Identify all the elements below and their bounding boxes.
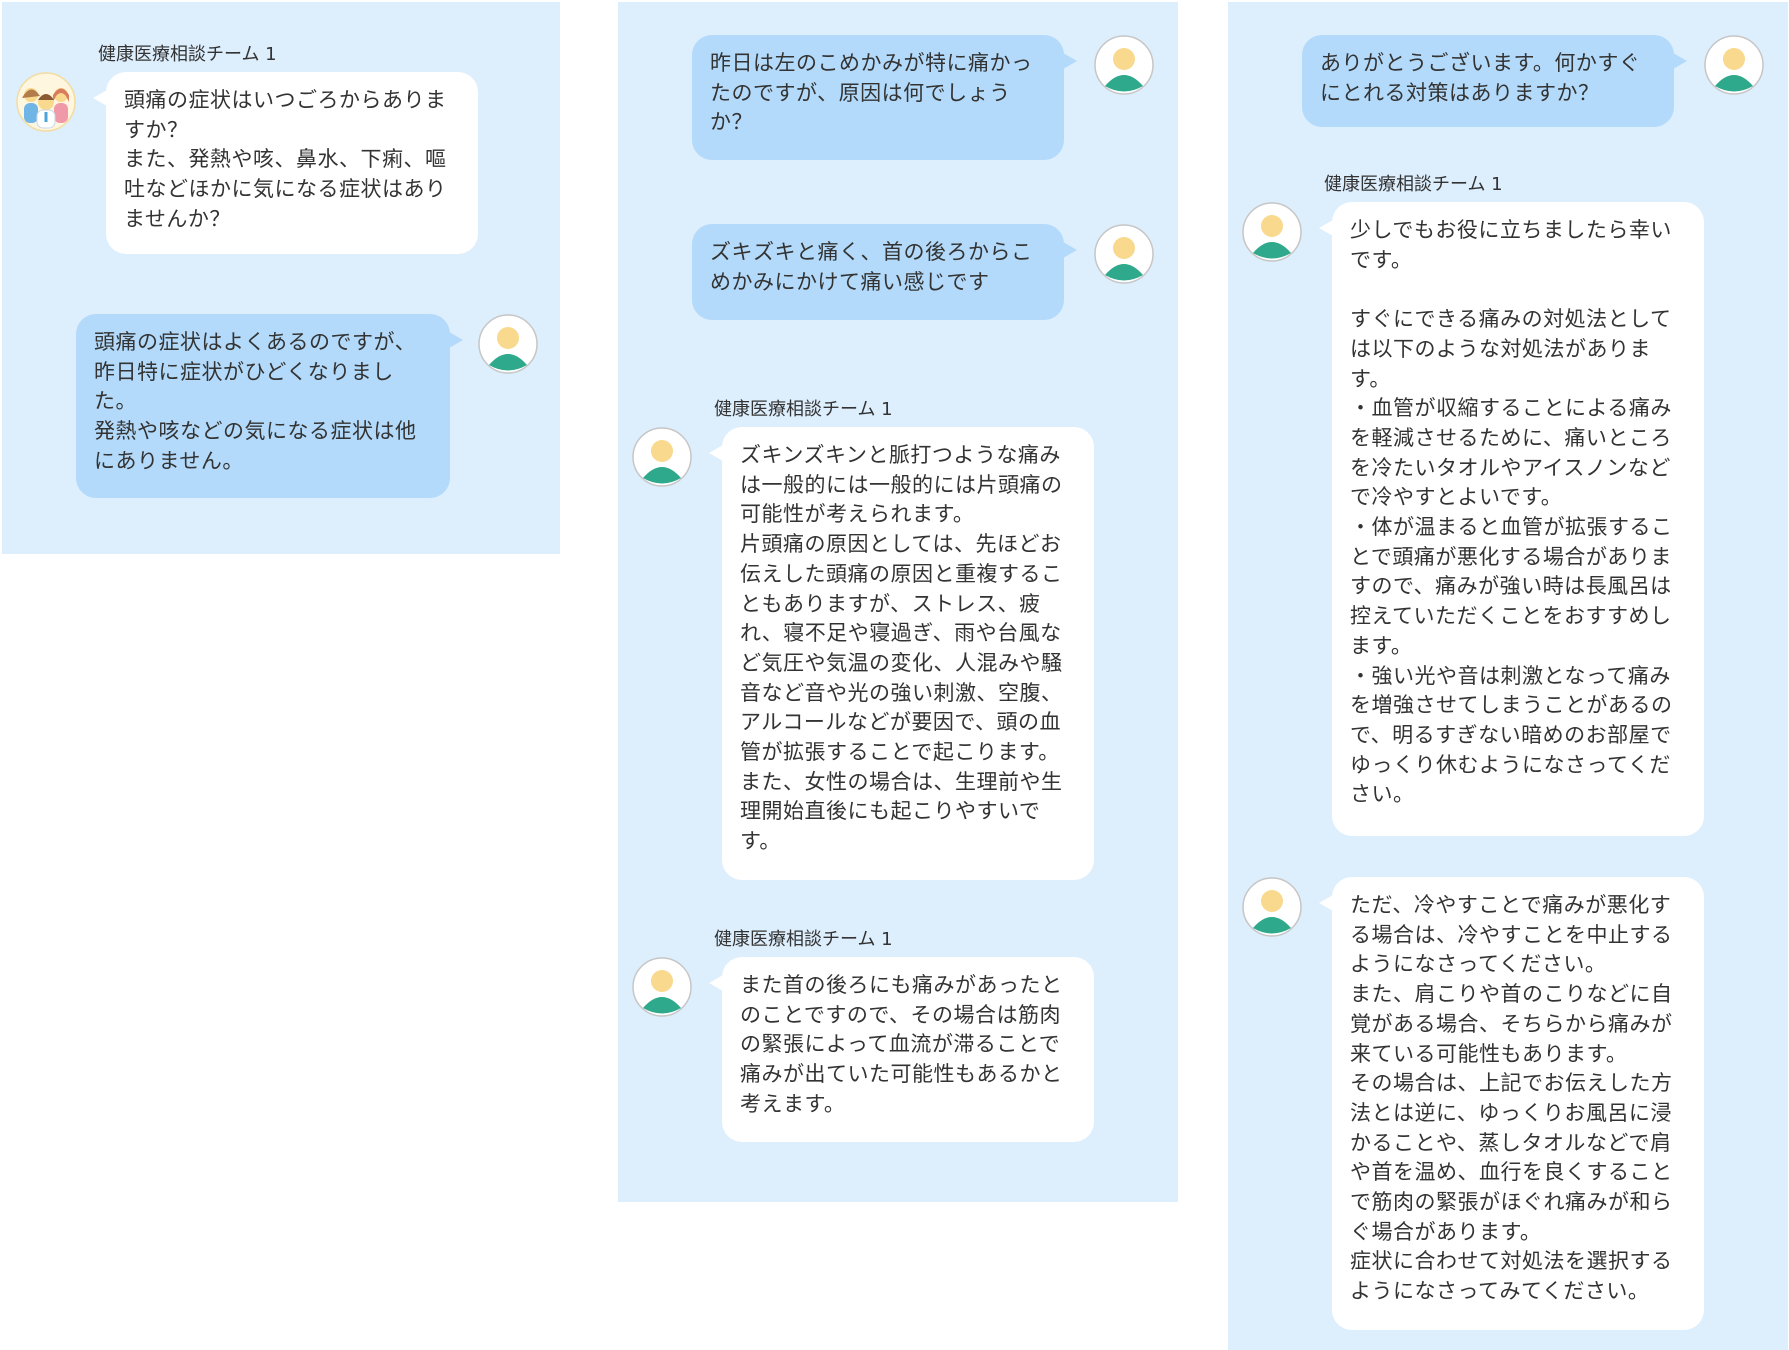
agent-avatar-icon	[1242, 202, 1302, 262]
medical-team-icon	[16, 72, 76, 132]
message-bubble-agent: ズキンズキンと脈打つような痛み は一般的には一般的には片頭痛の 可能性が考えられ…	[709, 427, 1094, 880]
agent-avatar-icon	[1242, 877, 1302, 937]
user-avatar-icon	[1704, 35, 1764, 95]
chat-panel-2: 昨日は左のこめかみが特に痛かっ たのですが、原因は何でしょう か？ ズキズキと痛…	[618, 2, 1178, 1202]
message-bubble-agent: ただ、冷やすことで痛みが悪化す る場合は、冷やすことを中止する ようになさってく…	[1319, 877, 1704, 1330]
sender-name: 健康医療相談チーム 1	[714, 399, 893, 420]
sender-name: 健康医療相談チーム 1	[98, 44, 277, 65]
message-bubble-agent: また首の後ろにも痛みがあったと のことですので、その場合は筋肉 の緊張によって血…	[709, 957, 1094, 1142]
agent-avatar-icon	[632, 957, 692, 1017]
user-avatar-icon	[478, 314, 538, 374]
user-avatar-icon	[1094, 35, 1154, 95]
agent-avatar-icon	[632, 427, 692, 487]
message-bubble-user: 昨日は左のこめかみが特に痛かっ たのですが、原因は何でしょう か？	[692, 35, 1077, 160]
user-avatar-icon	[1094, 224, 1154, 284]
chat-panel-1: 健康医療相談チーム 1 頭痛の症状はいつごろからありま すか？ また、発熱や咳、…	[2, 2, 560, 554]
message-bubble-user: ありがとうございます。何かすぐ にとれる対策はありますか？	[1302, 35, 1687, 127]
message-bubble-user: ズキズキと痛く、首の後ろからこ めかみにかけて痛い感じです	[692, 224, 1077, 320]
sender-name: 健康医療相談チーム 1	[1324, 174, 1503, 195]
message-bubble-agent: 少しでもお役に立ちましたら幸い です。 すぐにできる痛みの対処法として は以下の…	[1319, 202, 1704, 836]
sender-name: 健康医療相談チーム 1	[714, 929, 893, 950]
message-bubble-user: 頭痛の症状はよくあるのですが、 昨日特に症状がひどくなりまし た。 発熱や咳など…	[76, 314, 463, 498]
message-bubble-agent: 頭痛の症状はいつごろからありま すか？ また、発熱や咳、鼻水、下痢、嘔 吐などほ…	[93, 72, 478, 254]
chat-panel-3: ありがとうございます。何かすぐ にとれる対策はありますか？ 健康医療相談チーム …	[1228, 2, 1788, 1350]
